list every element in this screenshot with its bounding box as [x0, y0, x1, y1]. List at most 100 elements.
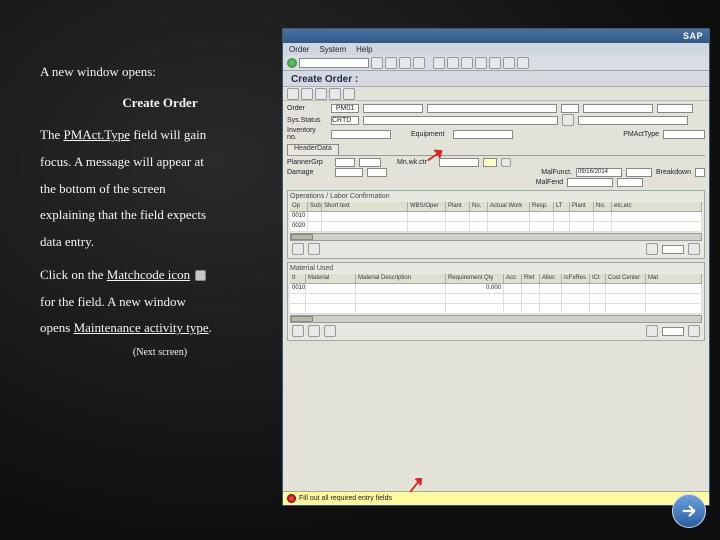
malfunc-start-field[interactable]: 09/16/2014: [576, 168, 622, 177]
mnwkctr-field[interactable]: [439, 158, 479, 167]
cell[interactable]: [646, 284, 702, 293]
next-slide-button[interactable]: [672, 494, 706, 528]
breakdown-checkbox[interactable]: [695, 168, 705, 177]
cell[interactable]: [356, 304, 446, 313]
operations-scroll[interactable]: [290, 233, 702, 241]
cell[interactable]: [562, 294, 590, 303]
cell[interactable]: [606, 304, 646, 313]
cell[interactable]: [530, 222, 554, 231]
order-right-field[interactable]: [657, 104, 693, 113]
cell[interactable]: [356, 284, 446, 293]
prev-page-button[interactable]: [475, 57, 487, 69]
cell[interactable]: [590, 304, 606, 313]
status-detail-button[interactable]: [562, 114, 574, 126]
cell[interactable]: [408, 212, 446, 221]
pmact-header-field[interactable]: [663, 130, 705, 139]
plannergrp-field[interactable]: [335, 158, 355, 167]
app-btn-1[interactable]: [287, 88, 299, 100]
cell[interactable]: [612, 222, 702, 231]
cell[interactable]: [504, 284, 522, 293]
plannergrp-field2[interactable]: [359, 158, 381, 167]
back-button[interactable]: [385, 57, 397, 69]
cell[interactable]: [570, 212, 594, 221]
cell-it[interactable]: 0010: [290, 284, 306, 293]
cell[interactable]: [306, 294, 356, 303]
cell[interactable]: [522, 304, 540, 313]
cell[interactable]: [570, 222, 594, 231]
order-number-field[interactable]: [363, 104, 423, 113]
print-button[interactable]: [433, 57, 445, 69]
last-page-button[interactable]: [503, 57, 515, 69]
operations-row[interactable]: 0020: [290, 222, 702, 232]
damage-field1[interactable]: [335, 168, 363, 177]
sap-menubar[interactable]: Order System Help: [283, 43, 709, 55]
cell[interactable]: [446, 304, 504, 313]
menu-help[interactable]: Help: [356, 45, 372, 53]
inventory-field[interactable]: [331, 130, 391, 139]
cell[interactable]: [554, 222, 570, 231]
cell[interactable]: [612, 212, 702, 221]
material-row[interactable]: [290, 304, 702, 314]
cancel-button[interactable]: [413, 57, 425, 69]
help-button[interactable]: [517, 57, 529, 69]
app-btn-4[interactable]: [329, 88, 341, 100]
pmacttype-field[interactable]: [483, 158, 497, 167]
cell[interactable]: [322, 212, 408, 221]
ops-btn-4[interactable]: [688, 243, 700, 255]
cell-qty[interactable]: 0.000: [446, 284, 504, 293]
find-button[interactable]: [447, 57, 459, 69]
cell[interactable]: [554, 212, 570, 221]
cell[interactable]: [590, 284, 606, 293]
cell[interactable]: [306, 284, 356, 293]
cell[interactable]: [594, 222, 612, 231]
cell[interactable]: [446, 222, 470, 231]
ops-btn-1[interactable]: [292, 243, 304, 255]
equipment-field[interactable]: [453, 130, 513, 139]
malfunc-end-time[interactable]: [617, 178, 643, 187]
cell[interactable]: [308, 212, 322, 221]
cell[interactable]: [590, 294, 606, 303]
cell[interactable]: [308, 222, 322, 231]
cell[interactable]: [306, 304, 356, 313]
scroll-thumb[interactable]: [291, 316, 313, 322]
cell[interactable]: [562, 284, 590, 293]
next-page-button[interactable]: [489, 57, 501, 69]
order-checkbox[interactable]: [561, 104, 579, 113]
ops-btn-2[interactable]: [308, 243, 320, 255]
cell-op[interactable]: 0020: [290, 222, 308, 231]
material-row[interactable]: 0010 0.000: [290, 284, 702, 294]
cell[interactable]: [470, 222, 488, 231]
cell[interactable]: [356, 294, 446, 303]
menu-order[interactable]: Order: [289, 45, 309, 53]
cell[interactable]: [562, 304, 590, 313]
mat-btn-2[interactable]: [308, 325, 320, 337]
cell[interactable]: [504, 304, 522, 313]
cell[interactable]: [540, 304, 562, 313]
cell[interactable]: [646, 304, 702, 313]
ops-entry[interactable]: [662, 245, 684, 254]
enter-button[interactable]: [287, 58, 297, 68]
cell[interactable]: [504, 294, 522, 303]
mat-btn-1[interactable]: [292, 325, 304, 337]
app-btn-5[interactable]: [343, 88, 355, 100]
cell[interactable]: [290, 304, 306, 313]
cell[interactable]: [290, 294, 306, 303]
mat-btn-3[interactable]: [324, 325, 336, 337]
cell[interactable]: [594, 212, 612, 221]
cell[interactable]: [522, 294, 540, 303]
cell[interactable]: [488, 212, 530, 221]
cell[interactable]: [606, 294, 646, 303]
order-info-field[interactable]: [583, 104, 653, 113]
app-btn-3[interactable]: [315, 88, 327, 100]
cell[interactable]: [540, 294, 562, 303]
exit-button[interactable]: [399, 57, 411, 69]
order-type-field[interactable]: PM01: [331, 104, 359, 113]
material-scroll[interactable]: [290, 315, 702, 323]
cell[interactable]: [522, 284, 540, 293]
mat-btn-4[interactable]: [646, 325, 658, 337]
cell[interactable]: [646, 294, 702, 303]
cell[interactable]: [488, 222, 530, 231]
mat-btn-5[interactable]: [688, 325, 700, 337]
mat-entry[interactable]: [662, 327, 684, 336]
cell[interactable]: [322, 222, 408, 231]
